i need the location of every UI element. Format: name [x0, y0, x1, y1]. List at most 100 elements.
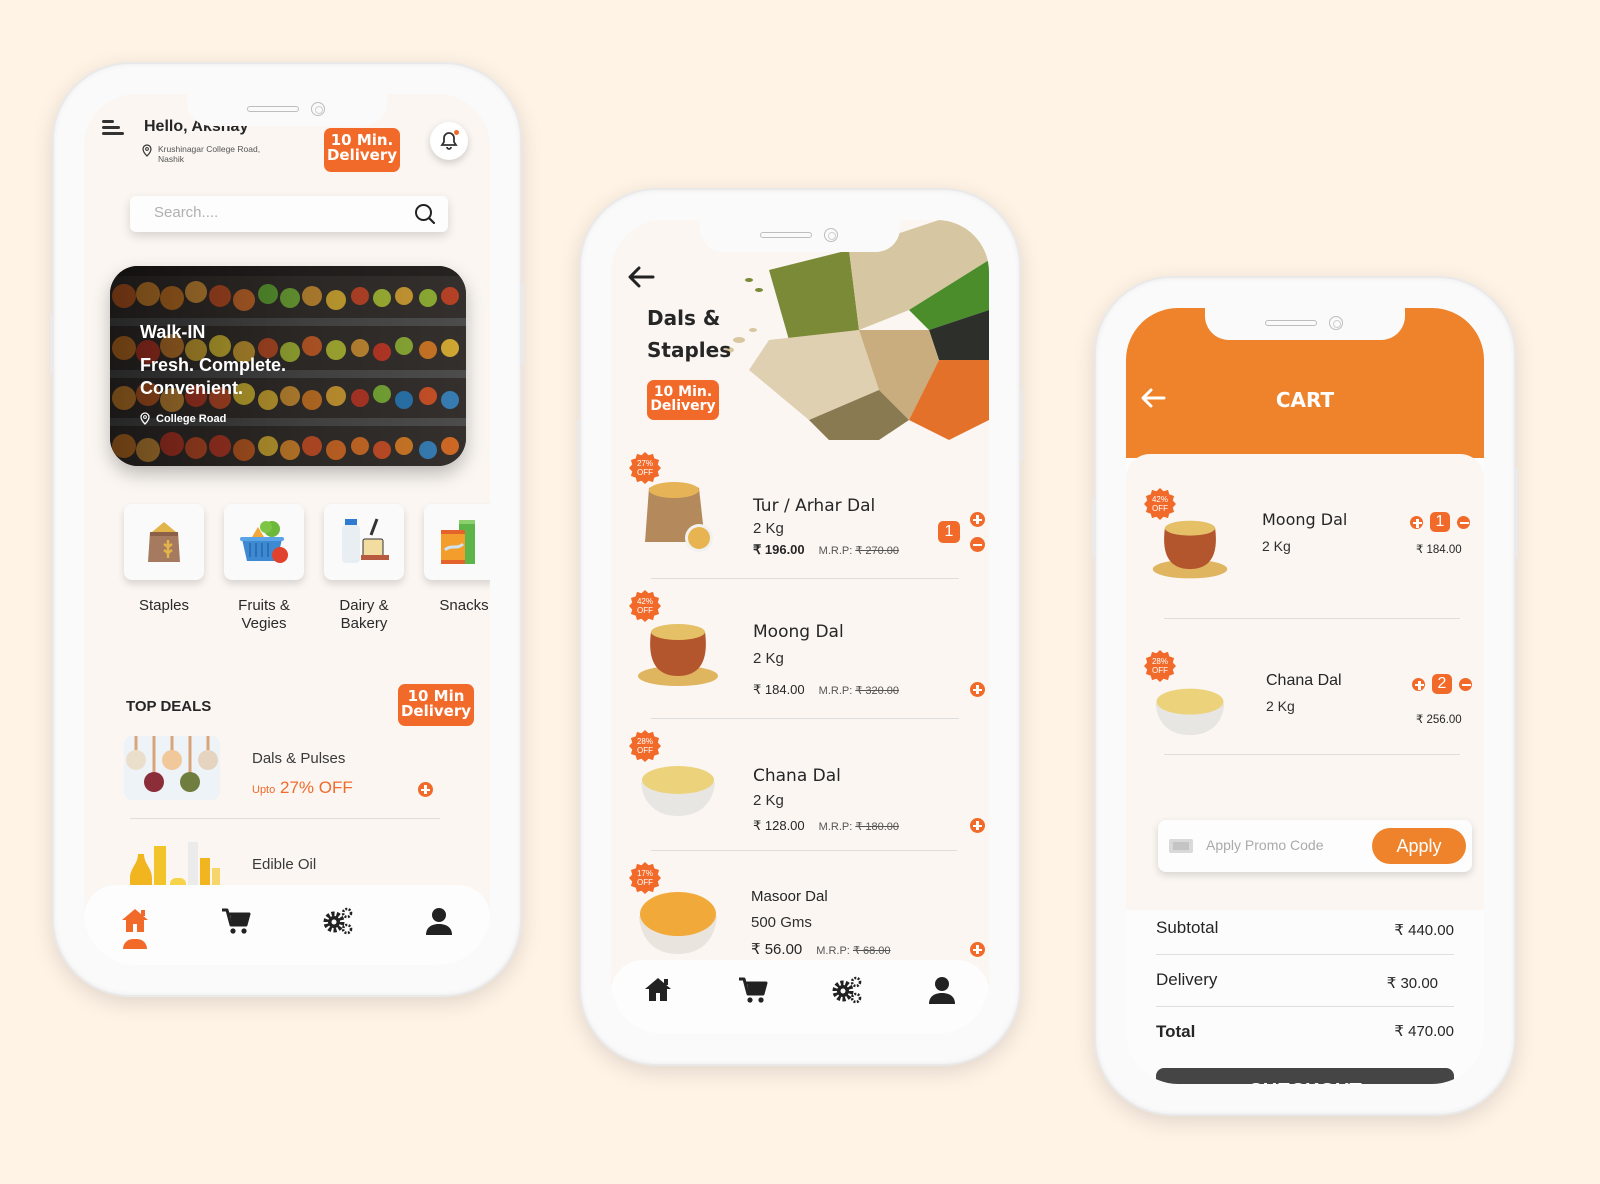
deal-name: Dals & Pulses — [252, 750, 346, 767]
subtotal-row: Subtotal ₹ 440.00 — [1156, 918, 1454, 939]
nav-home[interactable] — [636, 968, 680, 1012]
settings-icon — [832, 976, 862, 1004]
quantity-stepper[interactable]: 1 — [1410, 512, 1470, 532]
category-dairy-bakery[interactable]: Dairy & Bakery — [324, 504, 404, 633]
notch — [1205, 308, 1405, 340]
deal-offer: Upto 27% OFF — [252, 778, 353, 797]
nav-settings[interactable] — [825, 968, 869, 1012]
power-button — [1019, 390, 1023, 460]
product-name: Chana Dal — [753, 766, 841, 786]
cart-item: 42% OFF Moong Dal 2 Kg 1 ₹ 184.00 — [1140, 488, 1470, 608]
checkout-button[interactable]: CHECKOUT — [1156, 1068, 1454, 1084]
category-staples[interactable]: Staples — [124, 504, 204, 633]
milk-bread-icon — [342, 518, 389, 563]
settings-icon — [323, 907, 353, 935]
add-icon[interactable] — [970, 942, 985, 957]
add-icon[interactable] — [970, 682, 985, 697]
decrease-icon[interactable] — [1459, 677, 1472, 691]
cart-screen: CART 42% OFF Moong Dal 2 Kg 1 ₹ 184.00 28… — [1126, 308, 1484, 1084]
cart-item: 28% OFF Chana Dal 2 Kg 2 ₹ 256.00 — [1140, 650, 1472, 770]
product-qty: 2 Kg — [753, 520, 784, 537]
search-input[interactable] — [154, 204, 394, 221]
item-price: ₹ 184.00 — [1416, 544, 1462, 556]
banner-title: Walk-IN — [140, 322, 206, 342]
add-icon[interactable] — [970, 818, 985, 833]
quantity-stepper[interactable]: 1 — [938, 512, 985, 552]
add-icon[interactable] — [418, 782, 433, 797]
category-screen: Dals & Staples 10 Min. Delivery 27% OFF Tur… — [611, 220, 989, 1034]
deal-dals-pulses[interactable]: Dals & Pulses Upto 27% OFF — [124, 736, 444, 816]
item-qty: 2 Kg — [1266, 698, 1295, 714]
notification-button[interactable] — [430, 122, 468, 160]
divider — [1156, 954, 1454, 955]
product-price: ₹ 196.00 M.R.P: ₹ 270.00 — [753, 542, 900, 557]
dals-spoons-image — [124, 736, 220, 800]
ticket-icon — [1169, 839, 1193, 853]
volume-button — [577, 420, 581, 480]
increase-icon[interactable] — [1412, 677, 1425, 691]
walk-in-banner[interactable]: Walk-IN Fresh. Complete. Convenient. Coll… — [110, 266, 466, 466]
delivery-badge: 10 Min. Delivery — [647, 380, 719, 420]
product-price: ₹ 184.00 M.R.P: ₹ 320.00 — [753, 682, 900, 697]
top-deals-delivery-badge: 10 Min Delivery — [398, 684, 474, 726]
cart-title: CART — [1275, 388, 1335, 412]
product-qty: 500 Gms — [751, 914, 812, 931]
nav-profile[interactable] — [920, 968, 964, 1012]
product-price: ₹ 56.00 M.R.P: ₹ 68.00 — [751, 941, 891, 958]
nav-cart[interactable] — [214, 899, 258, 943]
active-indicator — [122, 939, 147, 949]
category-list: Staples Fruits & Vegies Dairy & Bakery S… — [124, 504, 490, 633]
nav-profile[interactable] — [417, 899, 461, 943]
search-bar — [130, 196, 448, 232]
search-icon[interactable] — [414, 203, 436, 225]
decrease-icon[interactable] — [970, 537, 985, 552]
category-fruits-vegies[interactable]: Fruits & Vegies — [224, 504, 304, 633]
profile-icon — [928, 977, 955, 1004]
location-pin-icon — [142, 144, 152, 157]
phone-home: Hello, Akshay Krushinagar College Road, … — [50, 62, 524, 997]
quantity-stepper[interactable]: 2 — [1412, 674, 1472, 694]
decrease-icon[interactable] — [1457, 515, 1470, 529]
back-arrow-icon[interactable] — [627, 266, 655, 288]
nav-cart[interactable] — [731, 968, 775, 1012]
location[interactable]: Krushinagar College Road, Nashik — [142, 144, 278, 164]
chana-dal-bowl-image — [1155, 688, 1225, 736]
banner-location: College Road — [140, 412, 226, 425]
top-deals-title: TOP DEALS — [126, 698, 212, 715]
home-screen: Hello, Akshay Krushinagar College Road, … — [84, 94, 490, 965]
product-qty: 2 Kg — [753, 792, 784, 809]
divider — [1164, 618, 1460, 619]
notification-dot — [454, 130, 459, 135]
product-qty: 2 Kg — [753, 650, 784, 667]
cart-icon — [222, 908, 251, 934]
volume-button — [50, 314, 54, 374]
notch — [700, 220, 900, 252]
nav-home[interactable] — [113, 899, 157, 949]
category-snacks[interactable]: Snacks — [424, 504, 490, 633]
product-item[interactable]: 27% OFF Tur / Arhar Dal 2 Kg ₹ 196.00 M.R.… — [625, 452, 985, 572]
apply-button[interactable]: Apply — [1372, 828, 1466, 864]
nav-settings[interactable] — [316, 899, 360, 943]
cart-icon — [738, 977, 768, 1003]
home-icon — [121, 909, 148, 932]
divider — [651, 578, 959, 579]
phone-category: Dals & Staples 10 Min. Delivery 27% OFF Tur… — [577, 188, 1023, 1066]
promo-code-box: Apply — [1158, 820, 1472, 872]
increase-icon[interactable] — [970, 512, 985, 527]
product-item[interactable]: 42% OFF Moong Dal 2 Kg ₹ 184.00 M.R.P: ₹ 3… — [625, 590, 985, 710]
increase-icon[interactable] — [1410, 515, 1423, 529]
menu-icon[interactable] — [102, 120, 124, 136]
grains-image — [724, 220, 989, 440]
product-name: Tur / Arhar Dal — [753, 496, 876, 516]
product-name: Masoor Dal — [751, 888, 828, 905]
product-item[interactable]: 28% OFF Chana Dal 2 Kg ₹ 128.00 M.R.P: ₹ 1… — [625, 730, 985, 850]
promo-code-input[interactable] — [1206, 837, 1356, 853]
notch — [187, 94, 387, 126]
volume-button — [1092, 498, 1096, 558]
divider — [130, 818, 440, 819]
phone-cart: CART 42% OFF Moong Dal 2 Kg 1 ₹ 184.00 28… — [1092, 276, 1518, 1116]
power-button — [1514, 468, 1518, 558]
location-text: Krushinagar College Road, Nashik — [158, 144, 261, 164]
bottom-nav — [611, 960, 989, 1034]
item-name: Moong Dal — [1262, 510, 1348, 529]
